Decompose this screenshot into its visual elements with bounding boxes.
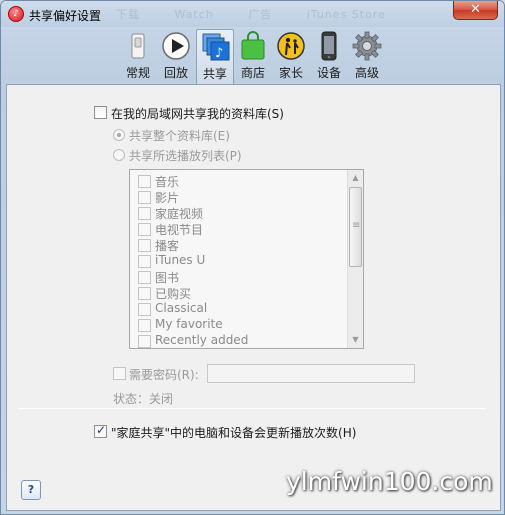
share-selected-playlists-label[interactable]: 共享所选播放列表(P) <box>129 147 242 164</box>
tab-devices[interactable]: 设备 <box>310 29 348 82</box>
sharing-status: 状态：关闭 <box>113 392 174 406</box>
background-tabs: 下载 Watch 广告 iTunes Store <box>116 6 416 22</box>
general-switch-icon <box>131 33 145 59</box>
close-icon: ✕ <box>470 2 481 17</box>
store-bag-icon <box>241 31 265 60</box>
playlist-label: 播客 <box>155 239 180 253</box>
close-button[interactable]: ✕ <box>453 1 498 20</box>
playlist-checkbox[interactable] <box>138 287 151 300</box>
playlist-checkbox[interactable] <box>138 175 151 188</box>
tab-store[interactable]: 商店 <box>234 29 272 82</box>
playlist-checkbox[interactable] <box>138 239 151 252</box>
playlist-checkbox[interactable] <box>138 271 151 284</box>
share-library-checkbox[interactable] <box>94 106 107 119</box>
playlist-label: iTunes U <box>155 253 206 267</box>
tab-playback[interactable]: 回放 <box>157 29 195 82</box>
playlist-checkbox[interactable] <box>138 207 151 220</box>
ghost-tab: 广告 <box>248 8 273 21</box>
divider <box>19 408 485 409</box>
playlist-label: 电视节目 <box>155 223 204 237</box>
title-bar: ♪ 共享偏好设置 下载 Watch 广告 iTunes Store ✕ <box>1 1 504 27</box>
playlist-checkbox[interactable] <box>138 191 151 204</box>
playlist-checkbox[interactable] <box>138 223 151 236</box>
tab-label: 高级 <box>354 66 379 80</box>
playlist-checkbox[interactable] <box>138 335 151 348</box>
gear-icon <box>352 31 382 61</box>
tab-sharing[interactable]: ♪ 共享 <box>196 29 234 84</box>
preferences-window: ♪ 共享偏好设置 下载 Watch 广告 iTunes Store ✕ 常规 回… <box>0 0 505 515</box>
ghost-tab: Watch <box>174 8 214 21</box>
playlist-checkbox[interactable] <box>138 303 151 316</box>
playlist-label: 家庭视频 <box>155 207 204 221</box>
playback-icon <box>162 32 190 60</box>
device-iphone-icon <box>321 31 337 61</box>
tab-parental[interactable]: 家长 <box>272 29 310 82</box>
playlist-checkbox[interactable] <box>138 319 151 332</box>
playlist-label: Classical <box>155 301 208 315</box>
require-password-label[interactable]: 需要密码(R): <box>129 366 199 383</box>
playlist-label: 音乐 <box>155 175 180 189</box>
svg-text:♪: ♪ <box>215 46 223 61</box>
sharing-panel: 在我的局域网共享我的资料库(S) 共享整个资料库(E) 共享所选播放列表(P) … <box>6 84 501 511</box>
watermark-text: ylmfwin100.com <box>286 467 493 496</box>
help-button[interactable]: ? <box>21 480 41 500</box>
playlist-label: My favorite <box>155 317 223 331</box>
playlist-label: 已购买 <box>155 287 192 301</box>
parental-icon <box>277 32 305 60</box>
playlist-scrollbar[interactable]: ▲ ▼ <box>347 170 363 348</box>
sharing-icon: ♪ <box>202 33 230 61</box>
home-sharing-playcount-label[interactable]: "家庭共享"中的电脑和设备会更新播放次数(H) <box>111 424 356 441</box>
tab-general[interactable]: 常规 <box>119 29 157 82</box>
itunes-app-icon: ♪ <box>8 6 24 22</box>
scroll-up-arrow-icon[interactable]: ▲ <box>348 170 363 186</box>
share-entire-library-radio[interactable] <box>113 129 125 141</box>
share-entire-library-label[interactable]: 共享整个资料库(E) <box>129 127 230 144</box>
home-sharing-playcount-checkbox[interactable] <box>94 423 107 438</box>
ghost-tab: iTunes Store <box>306 8 386 21</box>
playlist-label: 影片 <box>155 191 180 205</box>
ghost-tab: 下载 <box>116 8 140 21</box>
password-field[interactable] <box>207 364 415 383</box>
playlist-checkbox[interactable] <box>138 255 151 268</box>
scrollbar-thumb[interactable] <box>349 187 362 267</box>
playlist-label: 图书 <box>155 271 180 285</box>
share-selected-playlists-radio[interactable] <box>113 149 125 161</box>
window-title: 共享偏好设置 <box>29 9 102 23</box>
require-password-checkbox[interactable] <box>113 367 126 380</box>
playlist-listbox[interactable]: 音乐 影片 家庭视频 电视节目 播客 iTunes U 图书 已购买 Class… <box>129 169 364 349</box>
share-library-label[interactable]: 在我的局域网共享我的资料库(S) <box>111 105 284 122</box>
tab-advanced[interactable]: 高级 <box>348 29 386 82</box>
playlist-label: Recently added <box>155 333 249 347</box>
scroll-down-arrow-icon[interactable]: ▼ <box>348 332 363 348</box>
